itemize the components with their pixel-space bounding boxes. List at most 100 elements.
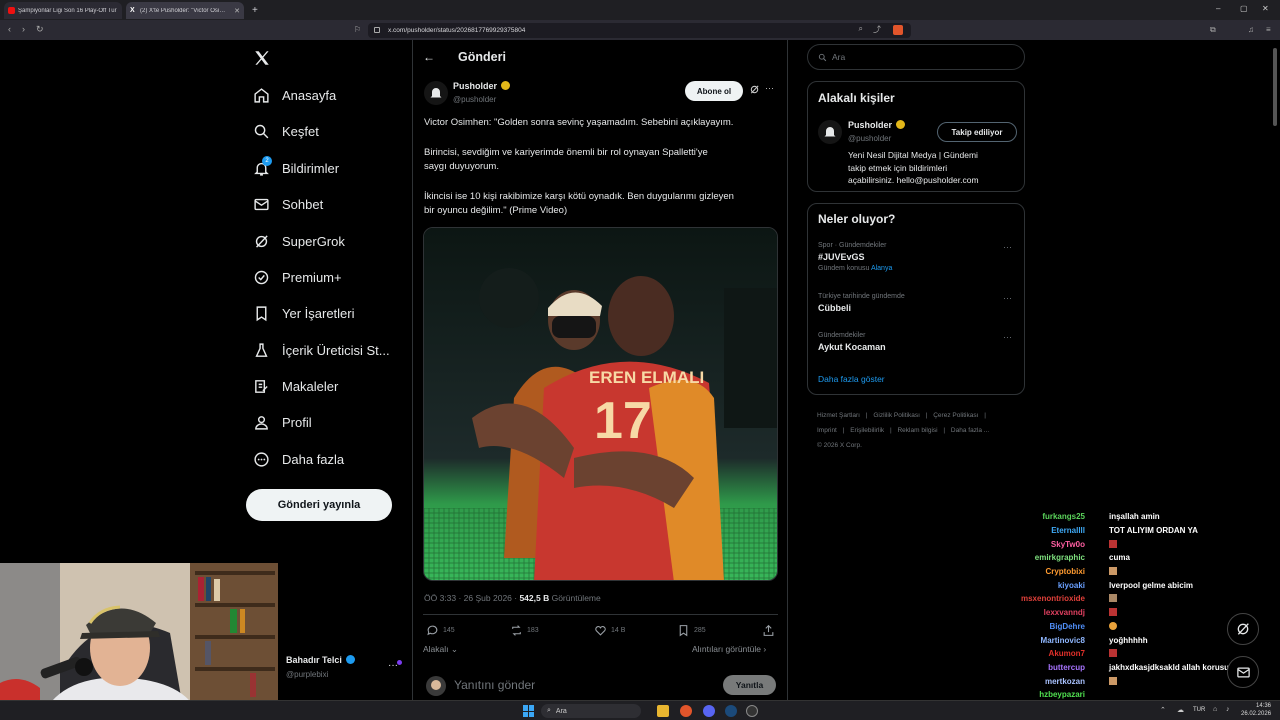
trend-more-icon[interactable]: ··· xyxy=(1003,242,1012,252)
tray-chevron-icon[interactable]: ⌃ xyxy=(1160,706,1166,714)
clock[interactable]: 14:36 26.02.2026 xyxy=(1241,702,1271,718)
like-action[interactable]: 14 B xyxy=(594,624,625,637)
media-icon[interactable]: ♫ xyxy=(1248,25,1254,34)
footer-link[interactable]: Hizmet Şartları xyxy=(817,412,860,419)
post-photo[interactable]: EREN ELMALI 17 xyxy=(423,227,778,581)
profile-icon xyxy=(255,415,268,430)
sidebar-item-more[interactable]: Daha fazla xyxy=(253,445,344,473)
sidebar-item-creator-studio[interactable]: İçerik Üreticisi St... xyxy=(253,336,390,364)
share-action[interactable] xyxy=(762,624,779,637)
search-box[interactable]: Ara xyxy=(807,44,1025,70)
post-timestamp[interactable]: ÖÖ 3:33 · 26 Şub 2026 · xyxy=(424,593,519,603)
zoom-icon[interactable]: ⌕ xyxy=(859,24,863,34)
volume-icon[interactable]: ♪ xyxy=(1226,706,1230,713)
author-name[interactable]: Pusholder xyxy=(453,81,510,91)
trend-item[interactable]: Gündemdekiler Aykut Kocaman xyxy=(818,332,1018,352)
sidebar-item-profile[interactable]: Profil xyxy=(253,408,312,436)
footer-link[interactable]: Daha fazla ... xyxy=(951,427,989,434)
steam-icon[interactable] xyxy=(725,705,737,717)
view-quotes-link[interactable]: Alıntıları görüntüle › xyxy=(692,644,766,654)
sidebar-item-label: Yer İşaretleri xyxy=(282,305,355,321)
person-name[interactable]: Pusholder xyxy=(848,120,905,130)
post-button[interactable]: Gönderi yayınla xyxy=(246,489,392,521)
obs-icon[interactable] xyxy=(746,705,758,717)
reply-input[interactable]: Yanıtını gönder xyxy=(454,678,535,692)
author-avatar[interactable] xyxy=(424,81,448,105)
chat-username: emirkgraphic xyxy=(1034,553,1085,562)
footer-link[interactable]: Reklam bilgisi xyxy=(897,427,937,434)
trend-item[interactable]: Spor · Gündemdekiler #JUVEvGS Gündem kon… xyxy=(818,242,1018,272)
forward-icon[interactable]: › xyxy=(22,25,25,34)
subscribe-button[interactable]: Abone ol xyxy=(685,81,743,101)
footer-link[interactable]: Erişilebilirlik xyxy=(850,427,884,434)
share-icon[interactable]: ⤴ xyxy=(873,24,881,35)
x-logo-icon[interactable] xyxy=(253,49,271,67)
footer-link[interactable]: Gizlilik Politikası xyxy=(873,412,920,419)
site-info-icon[interactable] xyxy=(374,27,380,33)
scrollbar-thumb[interactable] xyxy=(1273,48,1277,126)
bookmark-icon[interactable]: ⚐ xyxy=(354,25,361,34)
back-icon[interactable]: ‹ xyxy=(8,25,11,34)
emote-icon xyxy=(1109,620,1117,633)
grok-icon[interactable] xyxy=(749,84,760,95)
sidebar-item-supergrok[interactable]: SuperGrok xyxy=(253,227,345,255)
author-handle[interactable]: @pusholder xyxy=(453,95,496,104)
reply-button[interactable]: Yanıtla xyxy=(723,675,776,695)
browser-tab-2[interactable]: X (2) X'te Pusholder: "Victor Osimhen ✕ xyxy=(126,2,244,19)
brave-shield-icon[interactable] xyxy=(893,25,903,35)
messages-float-button[interactable] xyxy=(1227,656,1259,688)
verified-badge-icon xyxy=(254,270,269,284)
new-tab-button[interactable]: + xyxy=(248,2,264,19)
repost-action[interactable]: 183 xyxy=(510,624,539,637)
brave-browser-icon[interactable] xyxy=(680,705,692,717)
minimize-icon[interactable]: – xyxy=(1216,4,1220,13)
chat-username: msxenontrioxide xyxy=(1020,594,1085,603)
tray-app-icon[interactable]: ☁ xyxy=(1177,706,1184,714)
extensions-icon[interactable]: ⧉ xyxy=(1210,25,1216,34)
taskbar-search[interactable]: ⌕ Ara xyxy=(541,704,641,718)
close-icon[interactable]: ✕ xyxy=(234,7,240,15)
reply-count: 145 xyxy=(443,627,455,634)
relevant-people-card: Alakalı kişiler Pusholder @pusholder Tak… xyxy=(807,81,1025,192)
chat-text: cuma xyxy=(1109,553,1130,562)
sidebar-item-home[interactable]: Anasayfa xyxy=(253,81,336,109)
windows-start-icon[interactable] xyxy=(523,705,535,717)
post-more-button[interactable]: ··· xyxy=(765,83,774,93)
file-explorer-icon[interactable] xyxy=(657,705,669,717)
reply-action[interactable]: 145 xyxy=(426,624,455,637)
back-icon[interactable]: ← xyxy=(423,50,435,64)
account-name[interactable]: Bahadır Telci xyxy=(286,655,356,665)
trend-item[interactable]: Türkiye tarihinde gündemde Cübbeli xyxy=(818,293,1018,313)
relevant-sort-dropdown[interactable]: Alakalı ⌄ xyxy=(423,644,458,655)
emote-icon xyxy=(1109,565,1117,578)
footer-link[interactable]: Imprint xyxy=(817,427,837,434)
discord-icon[interactable] xyxy=(703,705,715,717)
network-icon[interactable]: ⌂ xyxy=(1213,706,1217,713)
sidebar-item-notifications[interactable]: 2 Bildirimler xyxy=(253,154,339,182)
sidebar-item-explore[interactable]: Keşfet xyxy=(253,117,319,145)
grok-float-button[interactable] xyxy=(1227,613,1259,645)
taskbar: ⌕ Ara ⌃ ☁ TUR ⌂ ♪ 14:36 26.02.2026 xyxy=(0,700,1280,720)
browser-tab-1[interactable]: Şampiyonlar Ligi Son 16 Play-Off Tur xyxy=(4,2,122,19)
following-button[interactable]: Takip ediliyor xyxy=(937,122,1017,142)
reload-icon[interactable]: ↻ xyxy=(36,25,44,34)
maximize-icon[interactable]: ▢ xyxy=(1240,4,1248,13)
url-bar[interactable]: x.com/pusholder/status/20268177699293758… xyxy=(368,23,911,38)
sidebar-item-premium[interactable]: Premium+ xyxy=(253,263,342,291)
sidebar-item-articles[interactable]: Makaleler xyxy=(253,372,338,400)
trend-more-icon[interactable]: ··· xyxy=(1003,332,1012,342)
trend-topic-link[interactable]: Alanya xyxy=(871,265,892,272)
trend-more-icon[interactable]: ··· xyxy=(1003,293,1012,303)
like-count: 14 B xyxy=(611,627,626,634)
chat-text: TOT ALIYIM ORDAN YA xyxy=(1109,526,1198,535)
footer-link[interactable]: Çerez Politikası xyxy=(933,412,978,419)
language-indicator[interactable]: TUR xyxy=(1193,707,1205,713)
close-window-icon[interactable]: ✕ xyxy=(1262,4,1269,13)
menu-icon[interactable]: ≡ xyxy=(1266,25,1271,34)
bookmark-action[interactable]: 285 xyxy=(677,624,706,637)
sidebar-item-chat[interactable]: Sohbet xyxy=(253,190,323,218)
show-more-link[interactable]: Daha fazla göster xyxy=(818,374,885,384)
sidebar-item-bookmarks[interactable]: Yer İşaretleri xyxy=(253,299,355,327)
post-text-line: saygı duyuyorum. xyxy=(424,161,499,172)
person-avatar[interactable] xyxy=(818,120,842,144)
